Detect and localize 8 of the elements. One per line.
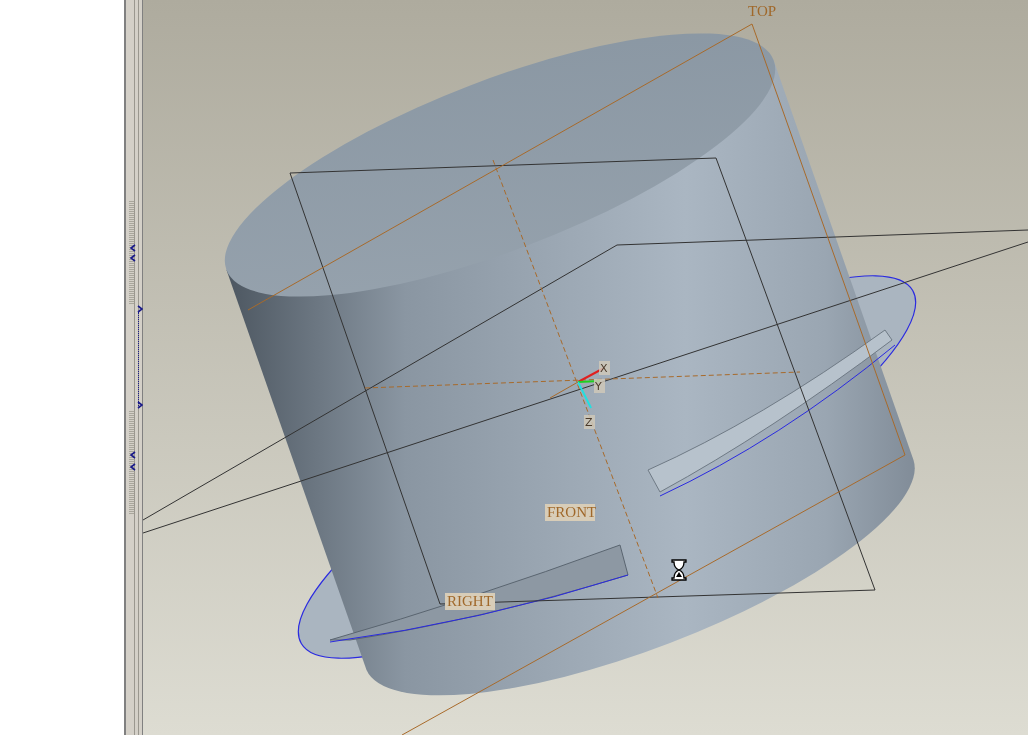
hourglass-cursor-icon	[671, 559, 687, 581]
axis-label: Z	[584, 415, 595, 429]
model-view[interactable]: X Y Z TOP FRONT RIGHT	[143, 0, 1028, 735]
datum-plane-label: RIGHT	[445, 593, 495, 610]
axis-label: Y	[594, 379, 605, 393]
datum-plane-label: FRONT	[545, 504, 597, 521]
axis-label: X	[599, 361, 610, 375]
datum-plane-label: TOP	[748, 3, 777, 19]
